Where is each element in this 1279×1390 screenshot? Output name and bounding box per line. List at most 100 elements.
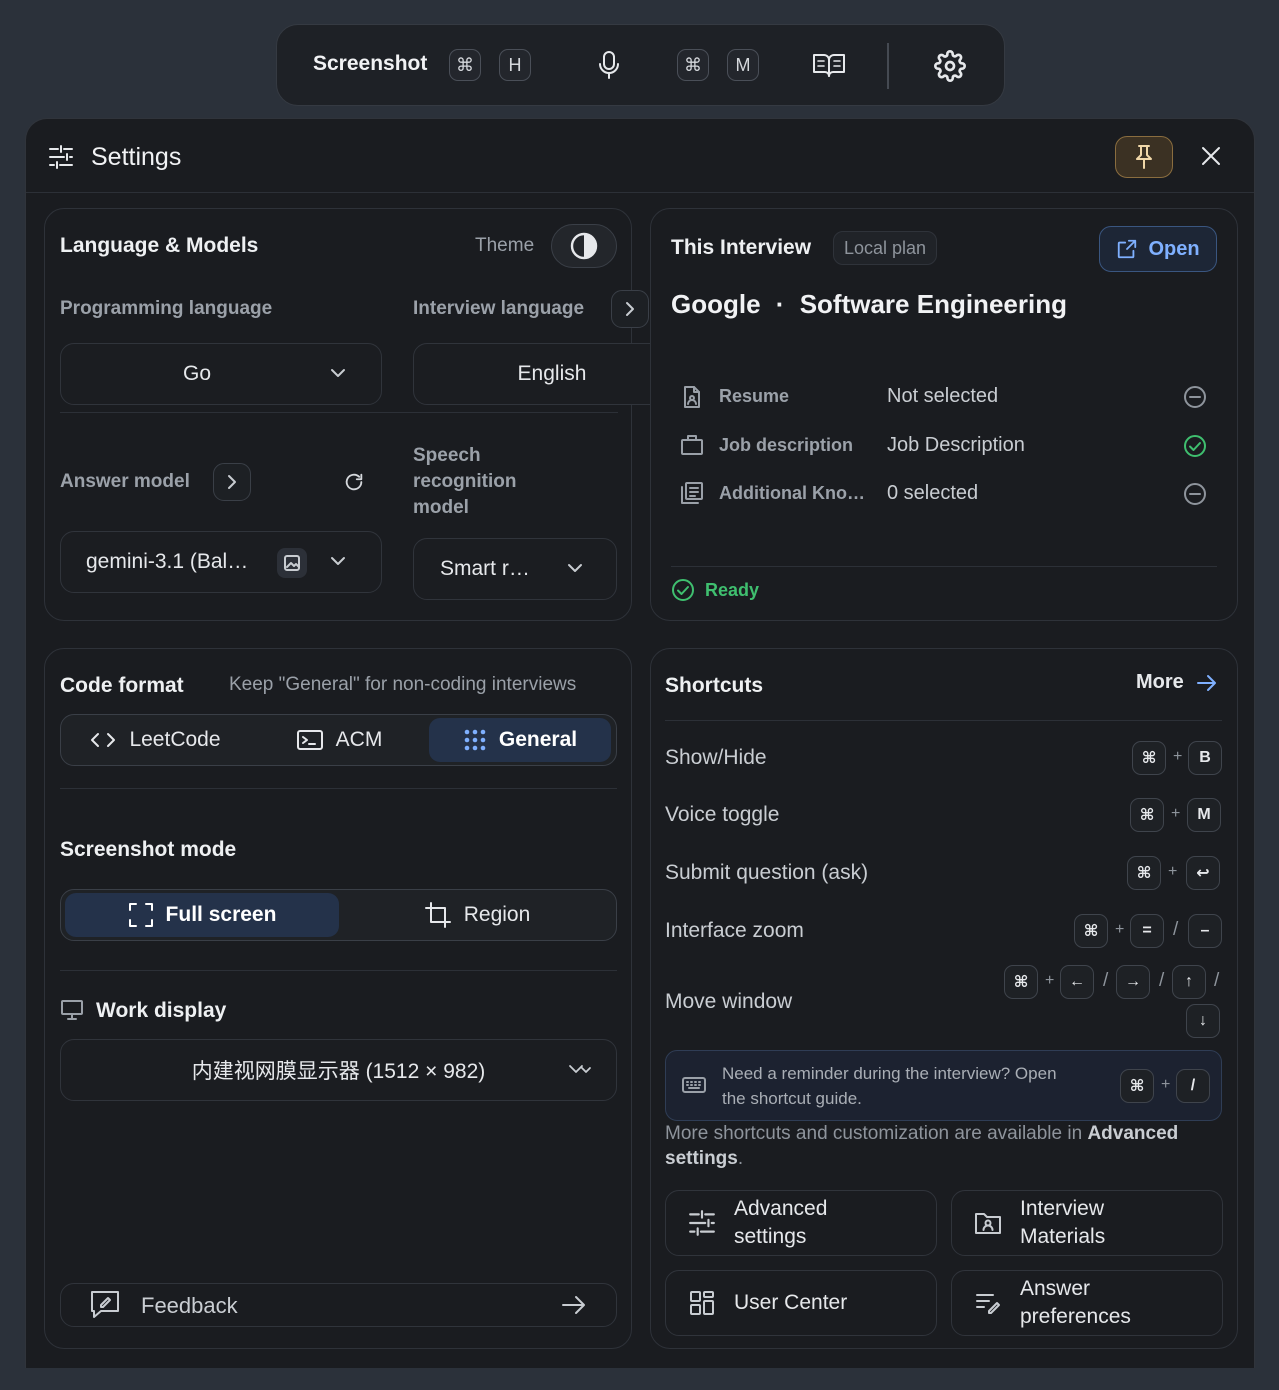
more-text: More shortcuts and customization are ava… bbox=[665, 1123, 1083, 1144]
code-format-general[interactable]: General bbox=[429, 718, 611, 762]
heading-separator: · bbox=[775, 289, 785, 319]
shortcut-label: Move window bbox=[665, 990, 793, 1013]
reminder-line: Need a reminder during the interview? Op… bbox=[722, 1064, 1057, 1083]
sliders-icon bbox=[688, 1210, 716, 1236]
feedback-button[interactable]: Feedback bbox=[60, 1283, 617, 1327]
check-circle-icon bbox=[671, 578, 695, 602]
shortcut-key-cmd: ⌘ bbox=[677, 49, 709, 81]
terminal-icon bbox=[296, 729, 324, 751]
speech-model-label-line: recognition bbox=[413, 471, 517, 492]
toolbar-divider bbox=[887, 43, 889, 89]
contrast-icon bbox=[570, 232, 598, 260]
key-equals: = bbox=[1130, 914, 1164, 948]
screenshot-mode-full-screen[interactable]: Full screen bbox=[65, 893, 339, 937]
panel-header: Settings bbox=[26, 119, 1254, 193]
shortcut-label: Interface zoom bbox=[665, 919, 804, 942]
user-center-button[interactable]: User Center bbox=[665, 1270, 937, 1336]
screenshot-button[interactable]: Screenshot bbox=[313, 52, 427, 76]
key-slash: / bbox=[1173, 919, 1179, 940]
answer-model-select[interactable]: gemini-3.1 (Bal… bbox=[60, 531, 382, 593]
check-circle-icon bbox=[1183, 434, 1207, 458]
chevron-right-icon bbox=[623, 301, 637, 317]
speech-model-select[interactable]: Smart r… bbox=[413, 538, 617, 600]
divider bbox=[60, 412, 618, 413]
keyboard-icon bbox=[682, 1075, 706, 1095]
shortcut-key-cmd: ⌘ bbox=[449, 49, 481, 81]
speech-model-label-line: model bbox=[413, 497, 469, 518]
divider bbox=[60, 970, 617, 971]
settings-panel: Settings Language & Models Theme Program… bbox=[25, 118, 1255, 1368]
work-display-value: 内建视网膜显示器 (1512 × 982) bbox=[191, 1060, 486, 1083]
programming-language-value: Go bbox=[182, 362, 211, 385]
answer-model-value: gemini-3.1 (Bal… bbox=[86, 550, 249, 573]
this-interview-card: This Interview Local plan Open Google · … bbox=[650, 208, 1238, 621]
shortcut-label: Submit question (ask) bbox=[665, 861, 869, 884]
key-plus: + bbox=[1171, 805, 1181, 822]
theme-toggle[interactable] bbox=[551, 224, 617, 268]
advanced-settings-button[interactable]: Advanced settings bbox=[665, 1190, 937, 1256]
label-line: Materials bbox=[1020, 1225, 1106, 1248]
divider bbox=[60, 788, 617, 789]
speech-model-value: Smart r… bbox=[440, 557, 530, 580]
dashboard-icon bbox=[688, 1289, 716, 1317]
more-customization-text: More shortcuts and customization are ava… bbox=[665, 1121, 1185, 1171]
close-icon[interactable] bbox=[1198, 143, 1224, 169]
shortcuts-more-link[interactable]: More bbox=[1136, 671, 1218, 694]
work-display-select[interactable]: 内建视网膜显示器 (1512 × 982) bbox=[60, 1039, 617, 1101]
option-label: Full screen bbox=[165, 903, 277, 926]
key-cmd: ⌘ bbox=[1130, 798, 1164, 832]
answer-model-expand-button[interactable] bbox=[213, 463, 251, 501]
section-title: Language & Models bbox=[60, 234, 259, 257]
chevron-down-icon bbox=[567, 1062, 593, 1076]
programming-language-label: Programming language bbox=[60, 298, 273, 319]
screenshot-mode-region[interactable]: Region bbox=[341, 893, 613, 937]
option-label: LeetCode bbox=[129, 728, 221, 751]
chevron-down-icon bbox=[329, 554, 347, 568]
interview-materials-button[interactable]: Interview Materials bbox=[951, 1190, 1223, 1256]
divider bbox=[665, 720, 1222, 721]
open-button[interactable]: Open bbox=[1099, 226, 1217, 272]
external-link-icon bbox=[1116, 238, 1138, 260]
code-format-leetcode[interactable]: LeetCode bbox=[65, 718, 245, 762]
gear-icon[interactable] bbox=[934, 50, 966, 82]
additional-knowledge-value: 0 selected bbox=[887, 482, 979, 504]
briefcase-icon bbox=[680, 433, 704, 457]
floating-toolbar: Screenshot ⌘ H ⌘ M bbox=[276, 24, 1005, 106]
more-label: More bbox=[1136, 671, 1184, 693]
interview-language-expand-button[interactable] bbox=[611, 290, 649, 328]
more-text-end: . bbox=[737, 1148, 744, 1169]
option-label: General bbox=[498, 728, 578, 751]
key-down: ↓ bbox=[1186, 1004, 1220, 1038]
key-left: ← bbox=[1060, 965, 1094, 999]
language-models-card: Language & Models Theme Programming lang… bbox=[44, 208, 731, 621]
key-b: B bbox=[1188, 741, 1222, 775]
arrow-right-icon bbox=[561, 1294, 587, 1316]
programming-language-select[interactable]: Go bbox=[60, 343, 382, 405]
option-label: ACM bbox=[335, 728, 383, 751]
role-name: Software Engineering bbox=[799, 289, 1067, 319]
label-line: Answer bbox=[1020, 1277, 1091, 1300]
refresh-icon[interactable] bbox=[343, 471, 365, 493]
key-plus: + bbox=[1173, 748, 1183, 765]
answer-preferences-button[interactable]: Answer preferences bbox=[951, 1270, 1223, 1336]
label-line: Interview bbox=[1020, 1197, 1105, 1220]
interview-heading: Google · Software Engineering bbox=[671, 289, 1067, 320]
pin-button[interactable] bbox=[1115, 136, 1173, 178]
chevron-right-icon bbox=[225, 474, 239, 490]
shortcuts-card: Shortcuts More Show/Hide ⌘ + B Voice tog… bbox=[650, 648, 1238, 1349]
work-display-title: Work display bbox=[96, 999, 227, 1022]
microphone-icon[interactable] bbox=[595, 49, 623, 81]
code-icon bbox=[89, 730, 117, 750]
key-slash: / bbox=[1176, 1069, 1210, 1103]
button-label: Answer preferences bbox=[1020, 1275, 1131, 1331]
code-format-title: Code format bbox=[60, 674, 184, 697]
code-format-acm[interactable]: ACM bbox=[249, 718, 429, 762]
book-open-icon[interactable] bbox=[811, 51, 847, 79]
shortcut-key-h: H bbox=[499, 49, 531, 81]
resume-value: Not selected bbox=[887, 385, 999, 407]
feedback-label: Feedback bbox=[141, 1293, 238, 1318]
open-label: Open bbox=[1148, 237, 1200, 260]
key-plus: + bbox=[1161, 1076, 1171, 1093]
resume-label: Resume bbox=[719, 386, 790, 406]
reminder-line: the shortcut guide. bbox=[722, 1089, 862, 1108]
